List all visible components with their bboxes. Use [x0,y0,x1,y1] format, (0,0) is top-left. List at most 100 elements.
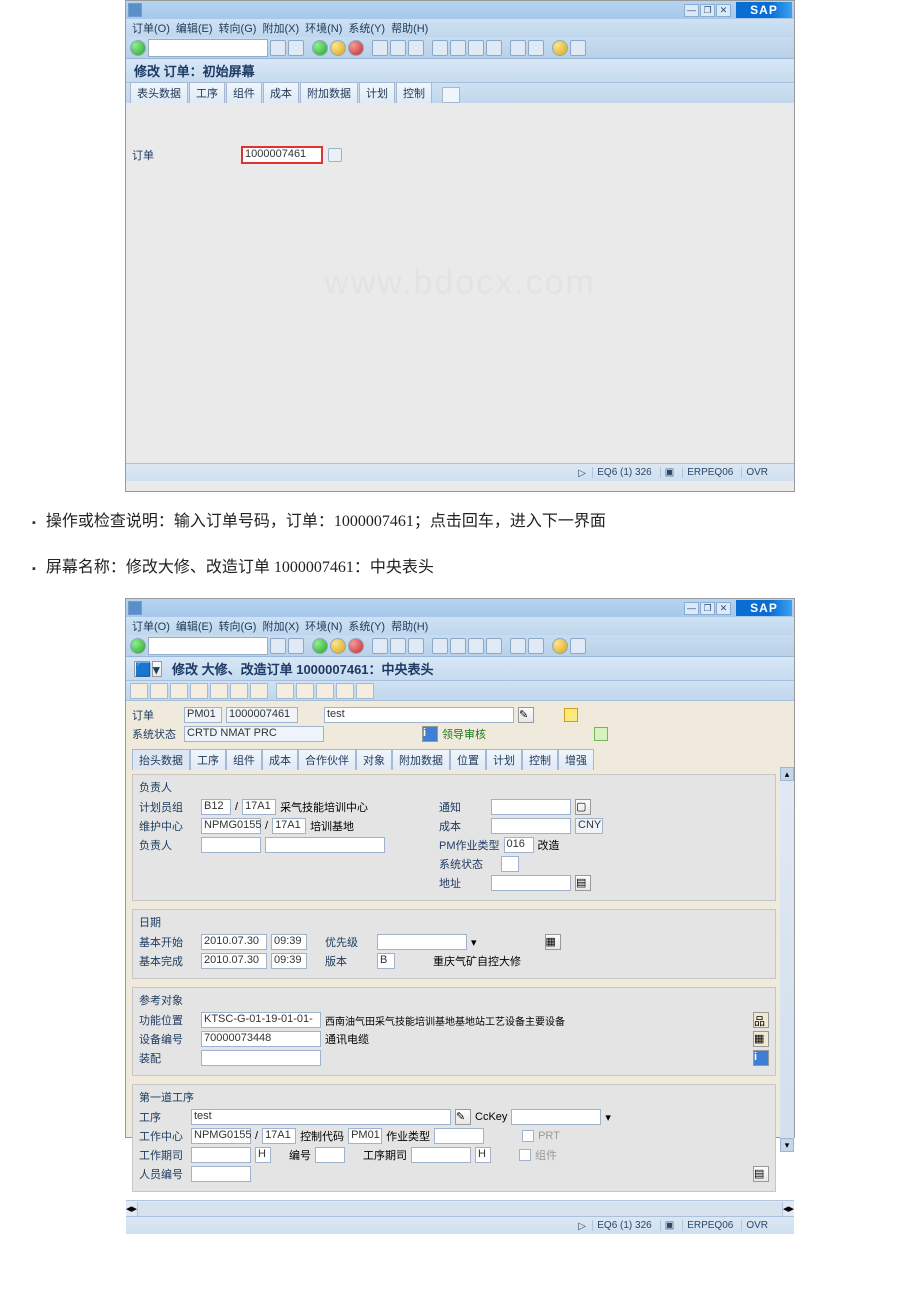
exit-icon[interactable] [330,638,346,654]
menu-edit[interactable]: 编辑(E) [176,618,213,634]
op-longtext-icon[interactable]: ✎ [455,1109,471,1125]
ctrlkey-input[interactable]: PM01 [348,1128,382,1144]
resp-name-input[interactable] [265,837,385,853]
order-input[interactable]: 1000007461 [242,147,322,163]
resp-input[interactable] [201,837,261,853]
first-page-icon[interactable] [432,638,448,654]
menu-extra[interactable]: 附加(X) [262,618,299,634]
tab-control[interactable]: 控制 [396,82,432,103]
maximize-button[interactable]: ❐ [700,602,715,615]
gantt-icon[interactable] [250,683,268,699]
enter-icon[interactable] [130,638,146,654]
bs-date[interactable]: 2010.07.30 [201,934,267,950]
system-menu-icon[interactable] [128,3,142,17]
cancel-icon[interactable] [348,638,364,654]
find-icon[interactable] [390,40,406,56]
tab-costs[interactable]: 成本 [263,82,299,103]
back2-icon[interactable] [312,40,328,56]
tab-enh[interactable]: 增强 [558,749,594,770]
planner-group[interactable]: B12 [201,799,231,815]
planner-plant[interactable]: 17A1 [242,799,276,815]
dur-unit[interactable]: H [255,1147,271,1163]
cancel-icon[interactable] [348,40,364,56]
cost-input[interactable] [491,818,571,834]
system-menu-icon[interactable] [128,601,142,615]
prio-drop-icon[interactable]: ▾ [471,936,477,949]
status-info-icon[interactable]: i [422,726,438,742]
minimize-button[interactable]: — [684,4,699,17]
prio-input[interactable] [377,934,467,950]
note-icon[interactable] [594,727,608,741]
tab-obj[interactable]: 对象 [356,749,392,770]
tab-attach[interactable]: 附加数据 [392,749,450,770]
print-icon[interactable] [372,40,388,56]
docs2-icon[interactable] [210,683,228,699]
menu-goto[interactable]: 转向(G) [219,20,257,36]
shortcut-icon[interactable] [528,40,544,56]
tab-plan[interactable]: 计划 [486,749,522,770]
find-icon[interactable] [390,638,406,654]
no-input[interactable] [315,1147,345,1163]
opdur-unit[interactable]: H [475,1147,491,1163]
layout-icon[interactable] [570,40,586,56]
notif-create-icon[interactable]: ▢ [575,799,591,815]
ver-input[interactable]: B [377,953,395,969]
tab-cost[interactable]: 成本 [262,749,298,770]
notif-input[interactable] [491,799,571,815]
back-icon[interactable] [270,638,286,654]
sysstat2-input[interactable] [501,856,519,872]
tab-planning[interactable]: 计划 [359,82,395,103]
enter-icon[interactable] [130,40,146,56]
order-type[interactable]: PM01 [184,707,222,723]
tab-loc[interactable]: 位置 [450,749,486,770]
cal-icon[interactable] [316,683,334,699]
prev-page-icon[interactable] [450,40,466,56]
scroll-right2-icon[interactable]: ▸ [788,1202,794,1215]
per-input[interactable] [191,1166,251,1182]
approval-flag-icon[interactable] [130,683,148,699]
addr-input[interactable] [491,875,571,891]
acttype-input[interactable] [434,1128,484,1144]
vertical-scrollbar[interactable]: ▴ ▾ [780,767,794,1152]
dur-input[interactable] [191,1147,251,1163]
menu-extra[interactable]: 附加(X) [262,20,299,36]
order-no[interactable]: 1000007461 [226,707,298,723]
eq-icon[interactable]: ▦ [753,1031,769,1047]
menu-order[interactable]: 订单(O) [132,20,170,36]
menu-help[interactable]: 帮助(H) [391,20,428,36]
layout-icon[interactable] [570,638,586,654]
acttype-code[interactable]: 016 [504,837,534,853]
structure-icon[interactable]: 品 [753,1012,769,1028]
opdur-input[interactable] [411,1147,471,1163]
approve-link[interactable]: 领导审核 [442,726,486,742]
tree-icon[interactable] [296,683,314,699]
findnext-icon[interactable] [408,638,424,654]
back2-icon[interactable] [312,638,328,654]
menu-edit[interactable]: 编辑(E) [176,20,213,36]
tab-partner[interactable]: 合作伙伴 [298,749,356,770]
help-icon[interactable] [552,40,568,56]
longtext-icon[interactable]: ✎ [518,707,534,723]
cckey-input[interactable] [511,1109,601,1125]
wc-plant[interactable]: 17A1 [272,818,306,834]
asm-input[interactable] [201,1050,321,1066]
star-icon[interactable] [276,683,294,699]
menu-goto[interactable]: 转向(G) [219,618,257,634]
last-page-icon[interactable] [486,638,502,654]
next-page-icon[interactable] [468,40,484,56]
prt-checkbox[interactable] [522,1130,534,1142]
prev-page-icon[interactable] [450,638,466,654]
obj-icon[interactable] [356,683,374,699]
tab-ops[interactable]: 工序 [190,749,226,770]
first-page-icon[interactable] [432,40,448,56]
comp-checkbox[interactable] [519,1149,531,1161]
menu-help[interactable]: 帮助(H) [391,618,428,634]
op-detail-icon[interactable]: ▤ [753,1166,769,1182]
gos-button[interactable]: 🟦 [134,661,150,677]
docs-icon[interactable] [190,683,208,699]
tab-operations[interactable]: 工序 [189,82,225,103]
menu-sys[interactable]: 系统(Y) [348,20,385,36]
back-icon[interactable] [270,40,286,56]
gos-drop-icon[interactable]: ▾ [152,661,162,677]
schedule-icon[interactable]: ▦ [545,934,561,950]
